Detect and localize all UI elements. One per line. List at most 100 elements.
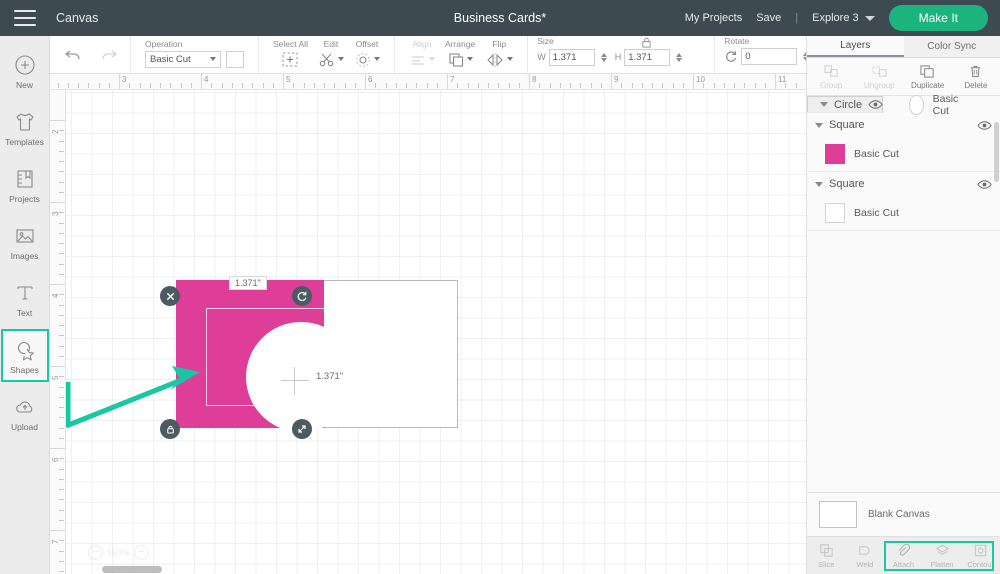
align-button[interactable]: Align — [409, 36, 435, 68]
horizontal-scrollbar[interactable] — [102, 566, 162, 573]
sidebar-item-images[interactable]: Images — [1, 215, 49, 268]
contour-button[interactable]: Contour — [961, 537, 1000, 574]
delete-handle[interactable] — [160, 286, 180, 306]
tab-layers[interactable]: Layers — [807, 36, 904, 57]
canvas-label[interactable]: Canvas — [56, 11, 98, 25]
sidebar-item-projects[interactable]: Projects — [1, 158, 49, 211]
layer-row[interactable]: Basic Cut — [807, 137, 1000, 171]
make-it-button[interactable]: Make It — [889, 5, 988, 31]
ruler-minor-tick — [191, 83, 192, 88]
operation-select[interactable]: Basic Cut — [145, 51, 221, 68]
offset-icon — [354, 51, 372, 68]
ruler-minor-tick — [59, 192, 64, 193]
flip-button[interactable]: Flip — [485, 36, 513, 68]
layer-row-label: Basic Cut — [854, 148, 899, 160]
layer-color-chip[interactable] — [825, 203, 845, 223]
layer-header[interactable]: Circle — [812, 93, 891, 117]
ruler-minor-tick — [59, 243, 64, 244]
canvas-area[interactable]: 34567891011 234567 1.371" 1.371" — [50, 74, 806, 574]
app-root: Canvas Business Cards* My Projects Save … — [0, 0, 1000, 574]
arrange-label: Arrange — [445, 39, 475, 49]
rotate-handle[interactable] — [292, 286, 312, 306]
rotate-input[interactable]: 0 — [741, 48, 797, 65]
arrange-button[interactable]: Arrange — [445, 36, 475, 68]
height-stepper[interactable] — [676, 53, 682, 62]
machine-label: Explore 3 — [812, 12, 858, 24]
width-input[interactable]: 1.371 — [549, 49, 595, 66]
canvas-grid[interactable]: 1.371" 1.371" — [66, 90, 806, 574]
visibility-eye-icon[interactable] — [977, 120, 992, 131]
ruler-minor-tick — [160, 83, 161, 88]
attach-button[interactable]: Attach — [884, 537, 923, 574]
zoom-controls[interactable]: − 150% + — [88, 545, 149, 560]
offset-button[interactable]: Offset — [354, 36, 380, 68]
ruler-minor-tick — [99, 83, 100, 88]
group-button[interactable]: Group — [807, 58, 855, 95]
ruler-minor-tick — [59, 294, 64, 295]
ruler-major-tick — [201, 74, 202, 90]
layer-color-chip[interactable] — [825, 144, 845, 164]
ruler-minor-tick — [314, 83, 315, 88]
ruler-major-tick — [611, 74, 612, 90]
undo-icon[interactable] — [64, 47, 84, 63]
my-projects-link[interactable]: My Projects — [685, 12, 742, 24]
blank-canvas-row[interactable]: Blank Canvas — [807, 492, 1000, 536]
chevron-down-icon[interactable] — [815, 123, 823, 128]
ruler-minor-tick — [140, 83, 141, 88]
chevron-down-icon[interactable] — [815, 182, 823, 187]
ruler-label: 3 — [122, 75, 126, 84]
ruler-minor-tick — [478, 83, 479, 88]
duplicate-icon — [919, 64, 936, 79]
ruler-minor-tick — [324, 83, 325, 88]
slice-button[interactable]: Slice — [807, 537, 846, 574]
layer-row[interactable]: Basic Cut — [807, 196, 1000, 230]
redo-icon[interactable] — [98, 47, 118, 63]
layer-row[interactable]: Basic Cut — [891, 88, 972, 122]
ruler-minor-tick — [560, 83, 561, 88]
width-stepper[interactable] — [601, 53, 607, 62]
zoom-in-icon[interactable]: + — [134, 545, 149, 560]
sidebar-item-new[interactable]: New — [1, 44, 49, 97]
height-input[interactable]: 1.371 — [624, 49, 670, 66]
flatten-button[interactable]: Flatten — [923, 537, 962, 574]
layer-group-square-pink[interactable]: Square Basic Cut — [807, 113, 1000, 172]
ruler-major-tick — [283, 74, 284, 90]
operation-value: Basic Cut — [150, 54, 191, 65]
offset-label: Offset — [356, 39, 379, 49]
visibility-eye-icon[interactable] — [868, 99, 883, 110]
ruler-minor-tick — [591, 83, 592, 88]
layer-header[interactable]: Square — [807, 172, 1000, 196]
ruler-minor-tick — [59, 397, 64, 398]
sidebar-item-text[interactable]: Text — [1, 272, 49, 325]
tshirt-icon — [13, 110, 37, 134]
operation-color-swatch[interactable] — [226, 51, 244, 68]
zoom-out-icon[interactable]: − — [88, 545, 103, 560]
lock-icon[interactable] — [640, 36, 653, 49]
ruler-minor-tick — [59, 356, 64, 357]
ruler-minor-tick — [755, 83, 756, 88]
layer-color-chip[interactable] — [909, 95, 924, 115]
machine-selector[interactable]: Explore 3 — [812, 12, 874, 24]
flatten-label: Flatten — [931, 560, 954, 569]
ruler-minor-tick — [293, 83, 294, 88]
save-button[interactable]: Save — [756, 12, 781, 24]
weld-button[interactable]: Weld — [846, 537, 885, 574]
ruler-major-tick — [50, 366, 66, 367]
layer-group-square-white[interactable]: Square Basic Cut — [807, 172, 1000, 231]
visibility-eye-icon[interactable] — [977, 179, 992, 190]
chevron-down-icon[interactable] — [820, 102, 828, 107]
layer-group-circle[interactable]: Circle Basic Cut — [807, 96, 883, 113]
ruler-minor-tick — [59, 151, 64, 152]
sidebar-item-upload[interactable]: Upload — [1, 386, 49, 439]
hamburger-icon[interactable] — [14, 10, 36, 26]
lock-handle[interactable] — [160, 419, 180, 439]
tab-color-sync[interactable]: Color Sync — [904, 36, 1000, 57]
blank-canvas-thumbnail[interactable] — [819, 501, 857, 528]
edit-button[interactable]: Edit — [318, 36, 344, 68]
select-all-button[interactable]: Select All — [273, 36, 308, 68]
resize-handle[interactable] — [292, 419, 312, 439]
contour-icon — [973, 543, 988, 558]
sidebar-item-shapes[interactable]: Shapes — [1, 329, 49, 382]
sidebar-item-templates[interactable]: Templates — [1, 101, 49, 154]
panel-scrollbar[interactable] — [994, 122, 999, 182]
